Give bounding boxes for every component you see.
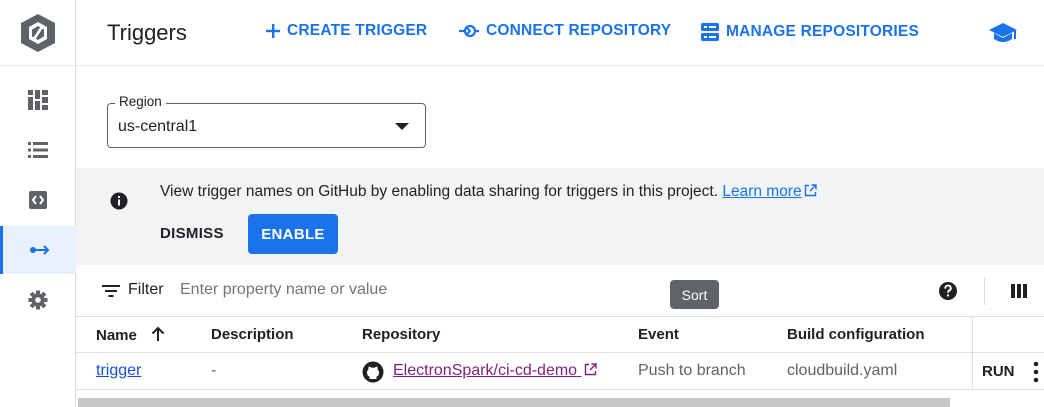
create-trigger-button[interactable]: CREATE TRIGGER <box>265 22 427 40</box>
cloud-build-logo-icon <box>0 0 76 66</box>
page-title: Triggers <box>107 20 187 45</box>
trigger-event: Push to branch <box>638 362 746 379</box>
info-icon <box>110 192 128 210</box>
column-display-icon[interactable] <box>1010 283 1028 299</box>
region-value: us-central1 <box>118 118 198 135</box>
table-row: trigger - ElectronSpark/ci-cd-demo Push … <box>76 353 1044 390</box>
manage-repositories-button[interactable]: MANAGE REPOSITORIES <box>700 22 919 42</box>
column-header-build-configuration[interactable]: Build configuration <box>787 326 924 343</box>
learn-school-icon[interactable] <box>988 22 1018 51</box>
dismiss-button[interactable]: DISMISS <box>160 225 224 242</box>
help-icon[interactable] <box>938 281 958 301</box>
gear-icon <box>28 290 48 310</box>
create-trigger-label: CREATE TRIGGER <box>287 22 428 39</box>
trigger-name-link[interactable]: trigger <box>96 362 141 380</box>
column-header-repository[interactable]: Repository <box>362 326 440 343</box>
plus-icon <box>266 24 280 38</box>
github-icon <box>362 361 384 383</box>
left-nav-rail <box>0 0 76 407</box>
banner-text: View trigger names on GitHub by enabling… <box>160 183 719 200</box>
repository-link[interactable]: ElectronSpark/ci-cd-demo <box>393 362 597 380</box>
sort-tooltip: Sort <box>670 280 719 309</box>
manage-repositories-label: MANAGE REPOSITORIES <box>726 23 919 40</box>
region-label: Region <box>115 94 166 109</box>
external-link-icon <box>804 184 817 197</box>
region-select[interactable]: Region us-central1 <box>107 94 426 148</box>
code-settings-icon <box>29 191 47 209</box>
horizontal-scrollbar[interactable] <box>78 398 950 407</box>
trigger-build-config: cloudbuild.yaml <box>787 362 898 379</box>
arrow-up-sort-icon <box>151 326 165 341</box>
learn-more-link[interactable]: Learn more <box>722 183 817 200</box>
run-button[interactable]: RUN <box>982 363 1015 380</box>
filter-icon <box>102 285 120 297</box>
external-link-icon <box>584 363 597 376</box>
nav-settings[interactable] <box>0 276 76 324</box>
nav-dashboard[interactable] <box>0 76 76 124</box>
filter-bar: Filter <box>76 265 1044 317</box>
enable-button[interactable]: ENABLE <box>248 214 338 254</box>
triggers-icon <box>29 245 49 255</box>
history-list-icon <box>28 142 48 158</box>
toolbar-divider <box>984 277 985 305</box>
nav-triggers[interactable] <box>0 226 76 274</box>
nav-history[interactable] <box>0 126 76 174</box>
banner-message: View trigger names on GitHub by enabling… <box>160 183 817 201</box>
connect-repository-button[interactable]: CONNECT REPOSITORY <box>458 22 671 40</box>
connect-repository-label: CONNECT REPOSITORY <box>486 22 672 39</box>
table-header: Name Description Repository Event Build … <box>76 317 1044 390</box>
storage-icon <box>701 23 719 41</box>
page-header: Triggers CREATE TRIGGER CONNECT REPOSITO… <box>76 0 1044 66</box>
column-header-description[interactable]: Description <box>211 326 294 343</box>
dashboard-icon <box>28 90 48 110</box>
more-vert-icon[interactable] <box>1032 361 1040 383</box>
dropdown-caret-icon <box>395 123 409 130</box>
column-header-event[interactable]: Event <box>638 326 679 343</box>
trigger-description: - <box>211 362 217 379</box>
filter-label: Filter <box>128 281 164 298</box>
filter-input[interactable] <box>180 281 580 299</box>
nav-repositories[interactable] <box>0 176 76 224</box>
connect-icon <box>459 24 479 38</box>
column-header-name[interactable]: Name <box>96 326 165 344</box>
info-banner: View trigger names on GitHub by enabling… <box>76 168 1044 265</box>
